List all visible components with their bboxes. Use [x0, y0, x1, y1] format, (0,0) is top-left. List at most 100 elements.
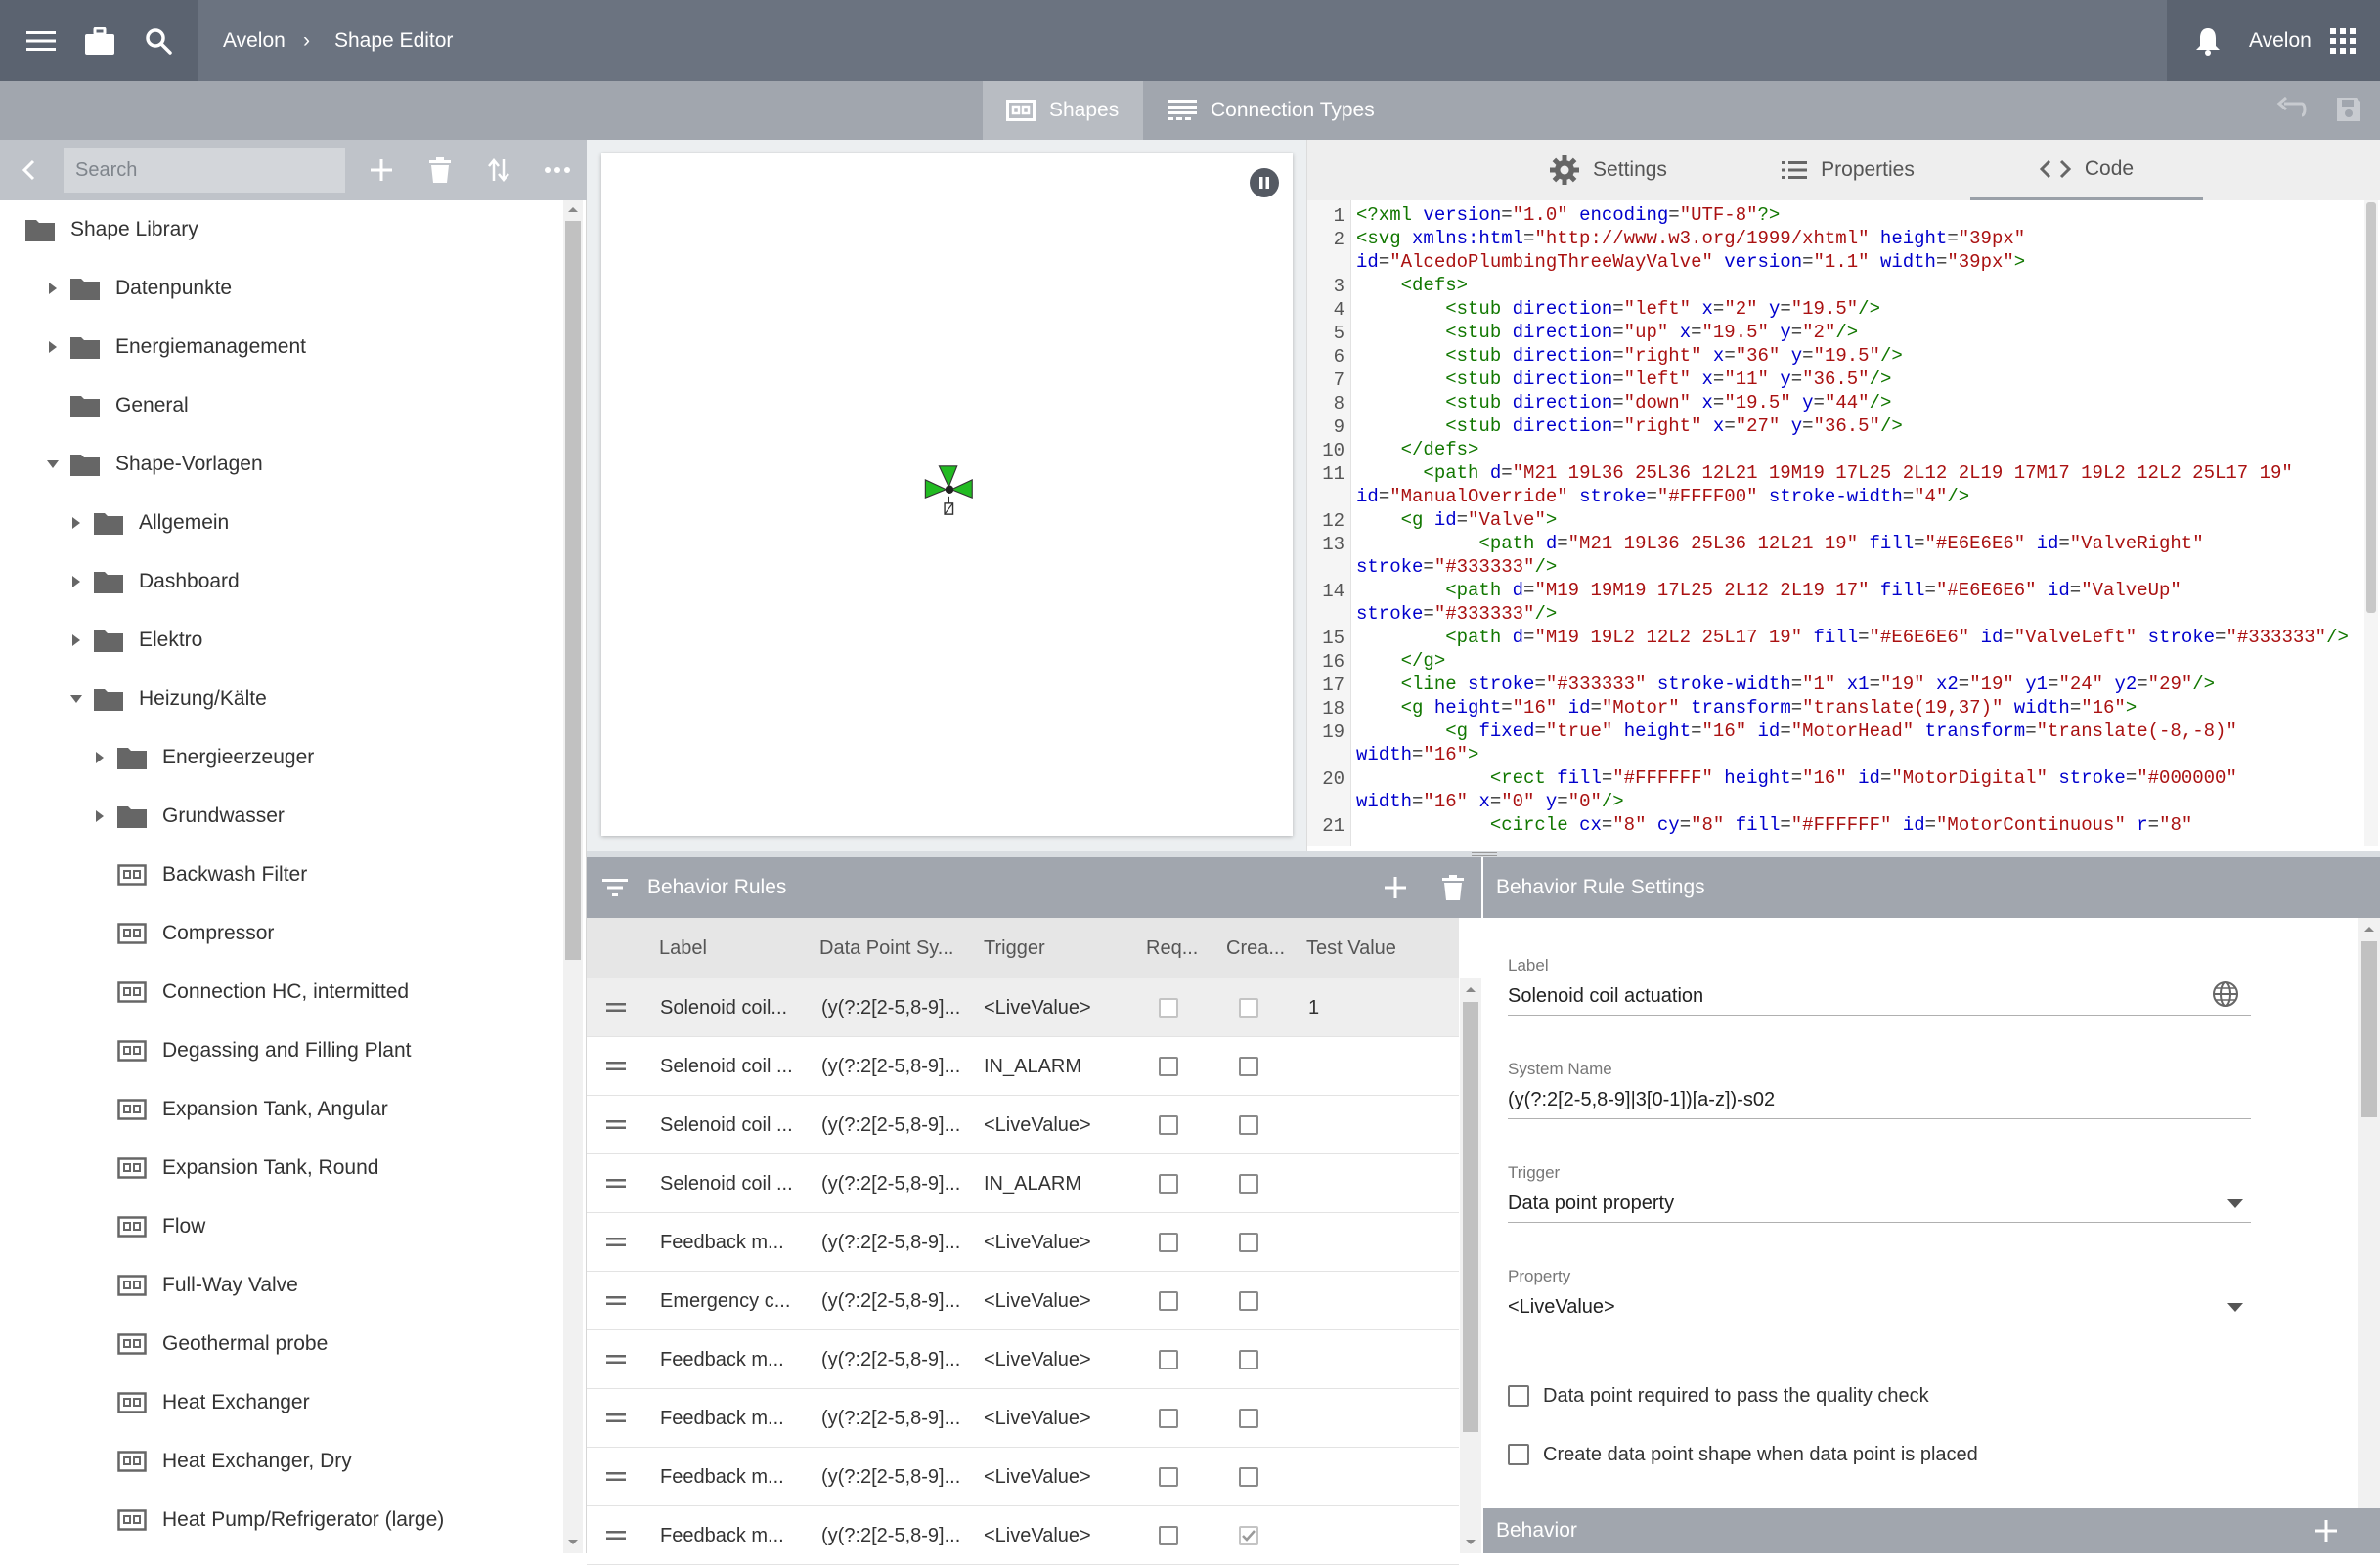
chevron-down-icon[interactable] [43, 455, 63, 474]
code-line[interactable]: <rect fill="#FFFFFF" height="16" id="Mot… [1356, 766, 2363, 790]
table-row[interactable]: Feedback m... (y(?:2[2-5,8-9]... <LiveValu… [587, 1389, 1459, 1448]
create-checkbox[interactable] [1239, 1350, 1258, 1369]
code-line[interactable]: <?xml version="1.0" encoding="UTF-8"?> [1356, 203, 2363, 227]
table-row[interactable]: Selenoid coil ... (y(?:2[2-5,8-9]... IN_AL… [587, 1154, 1459, 1213]
trigger-dropdown-icon[interactable] [2227, 1199, 2243, 1208]
rules-scrollbar-thumb[interactable] [1463, 1002, 1478, 1432]
briefcase-icon[interactable] [78, 20, 121, 63]
code-line[interactable]: <path d="M21 19L36 25L36 12L21 19" fill=… [1356, 532, 2363, 555]
table-row[interactable]: Selenoid coil ... (y(?:2[2-5,8-9]... IN_AL… [587, 1037, 1459, 1096]
code-line[interactable]: <svg xmlns:html="http://www.w3.org/1999/… [1356, 227, 2363, 250]
code-line[interactable]: <g fixed="true" height="16" id="MotorHea… [1356, 719, 2363, 743]
tree-shape-item[interactable]: Compressor [0, 904, 557, 963]
tree-shape-item[interactable]: Degassing and Filling Plant [0, 1022, 557, 1080]
code-scrollbar-thumb[interactable] [2366, 202, 2376, 613]
create-checkbox[interactable] [1239, 1409, 1258, 1428]
drag-handle-icon[interactable] [606, 1003, 626, 1013]
code-line[interactable]: width="16" x="0" y="0"/> [1356, 790, 2363, 813]
required-checkbox[interactable] [1159, 1115, 1178, 1135]
library-scrollbar-thumb[interactable] [565, 221, 581, 960]
tab-shapes[interactable]: Shapes [983, 81, 1143, 140]
code-line[interactable]: stroke="#333333"/> [1356, 555, 2363, 579]
code-line[interactable]: <stub direction="right" x="27" y="36.5"/… [1356, 414, 2363, 438]
code-line[interactable]: id="ManualOverride" stroke="#FFFF00" str… [1356, 485, 2363, 508]
tree-folder[interactable]: Energieerzeuger [0, 728, 557, 787]
tree-shape-item[interactable]: Full-Way Valve [0, 1256, 557, 1315]
create-shape-checkbox[interactable] [1508, 1444, 1529, 1465]
label-field[interactable]: Solenoid coil actuation [1508, 977, 2251, 1016]
create-checkbox[interactable] [1239, 1526, 1258, 1545]
create-checkbox[interactable] [1239, 1467, 1258, 1487]
drag-handle-icon[interactable] [606, 1062, 626, 1071]
tree-shape-item[interactable]: Backwash Filter [0, 846, 557, 904]
pause-icon[interactable] [1250, 168, 1279, 197]
create-checkbox[interactable] [1239, 998, 1258, 1018]
code-line[interactable]: <path d="M19 19L2 12L2 25L17 19" fill="#… [1356, 626, 2363, 649]
drag-handle-icon[interactable] [606, 1531, 626, 1541]
column-header-test-value[interactable]: Test Value [1306, 918, 1453, 978]
required-checkbox[interactable] [1159, 1057, 1178, 1076]
table-row[interactable]: Feedback m... (y(?:2[2-5,8-9]... <LiveValu… [587, 1506, 1459, 1565]
code-line[interactable]: <stub direction="down" x="19.5" y="44"/> [1356, 391, 2363, 414]
tree-folder[interactable]: Energiemanagement [0, 318, 557, 376]
create-checkbox[interactable] [1239, 1057, 1258, 1076]
chevron-right-icon[interactable] [90, 806, 110, 826]
code-line[interactable]: id="AlcedoPlumbingThreeWayValve" version… [1356, 250, 2363, 274]
three-way-valve-shape[interactable] [921, 463, 978, 524]
chevron-right-icon[interactable] [66, 630, 86, 650]
tree-folder[interactable]: Datenpunkte [0, 259, 557, 318]
code-line[interactable]: <path d="M21 19L36 25L36 12L21 19M19 17L… [1356, 461, 2363, 485]
tree-shape-item[interactable]: Heat Exchanger, Dry [0, 1432, 557, 1491]
column-header-data-point[interactable]: Data Point Sy... [819, 918, 968, 978]
tree-folder[interactable]: Shape Library [0, 200, 557, 259]
required-checkbox[interactable] [1159, 1350, 1178, 1369]
chevron-right-icon[interactable] [66, 513, 86, 533]
collapse-panel-icon[interactable] [10, 151, 49, 190]
drag-handle-icon[interactable] [606, 1179, 626, 1189]
required-checkbox[interactable] [1159, 1291, 1178, 1311]
scroll-up-arrow-icon[interactable] [567, 205, 579, 213]
table-row[interactable]: Feedback m... (y(?:2[2-5,8-9]... <LiveValu… [587, 1448, 1459, 1506]
scroll-down-arrow-icon[interactable] [567, 1539, 579, 1546]
drag-handle-icon[interactable] [606, 1238, 626, 1247]
tree-folder[interactable]: General [0, 376, 557, 435]
rules-scroll-up-icon[interactable] [1465, 985, 1476, 993]
column-header-label[interactable]: Label [659, 918, 806, 978]
menu-icon[interactable] [20, 20, 63, 63]
create-checkbox[interactable] [1239, 1115, 1258, 1135]
drag-handle-icon[interactable] [606, 1413, 626, 1423]
required-checkbox[interactable] [1159, 1233, 1178, 1252]
sort-icon[interactable] [479, 151, 518, 190]
chevron-right-icon[interactable] [90, 748, 110, 767]
property-dropdown-icon[interactable] [2227, 1303, 2243, 1312]
splitter-handle-icon[interactable] [1472, 852, 1497, 856]
tab-code[interactable]: Code [1970, 140, 2203, 200]
globe-icon[interactable] [2212, 980, 2239, 1008]
code-line[interactable]: </defs> [1356, 438, 2363, 461]
tree-shape-item[interactable]: Flow [0, 1197, 557, 1256]
required-checkbox[interactable] [1159, 1467, 1178, 1487]
required-checkbox[interactable] [1159, 1409, 1178, 1428]
property-select[interactable]: <LiveValue> [1508, 1287, 2251, 1326]
table-row[interactable]: Selenoid coil ... (y(?:2[2-5,8-9]... <Live… [587, 1096, 1459, 1154]
bell-icon[interactable] [2186, 20, 2229, 63]
breadcrumb-root[interactable]: Avelon [223, 0, 286, 81]
tree-folder[interactable]: Shape-Vorlagen [0, 435, 557, 494]
tree-shape-item[interactable]: Geothermal probe [0, 1315, 557, 1373]
code-line[interactable]: width="16"> [1356, 743, 2363, 766]
user-name[interactable]: Avelon [2249, 0, 2312, 81]
drag-handle-icon[interactable] [606, 1355, 626, 1365]
filter-icon[interactable] [602, 878, 628, 897]
required-checkbox[interactable] [1159, 1526, 1178, 1545]
drag-handle-icon[interactable] [606, 1472, 626, 1482]
tree-folder[interactable]: Allgemein [0, 494, 557, 552]
column-header-create[interactable]: Crea... [1226, 918, 1295, 978]
create-checkbox[interactable] [1239, 1233, 1258, 1252]
table-row[interactable]: Feedback m... (y(?:2[2-5,8-9]... <LiveValu… [587, 1330, 1459, 1389]
library-search-input[interactable] [64, 148, 345, 193]
drag-handle-icon[interactable] [606, 1120, 626, 1130]
create-checkbox[interactable] [1239, 1174, 1258, 1194]
delete-rule-icon[interactable] [1442, 875, 1464, 900]
table-row[interactable]: Solenoid coil... (y(?:2[2-5,8-9]... <LiveV… [587, 978, 1459, 1037]
required-checkbox[interactable] [1159, 998, 1178, 1018]
